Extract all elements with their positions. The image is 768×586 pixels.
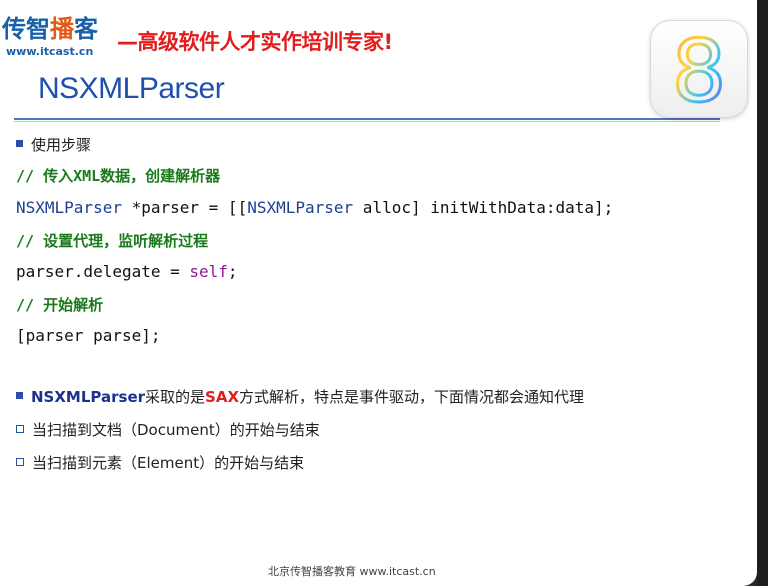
code-class-name: NSXMLParser	[16, 198, 122, 217]
logo-part3: 客	[74, 15, 98, 43]
sub-point-1-text: 当扫描到文档（Document）的开始与结束	[32, 421, 320, 439]
logo-part1: 传智	[2, 15, 50, 43]
point-1-text-end: 方式解析，特点是事件驱动，下面情况都会通知代理	[239, 388, 585, 406]
itcast-logo: 传智播客 www.itcast.cn	[2, 14, 98, 58]
logo-url: www.itcast.cn	[6, 45, 94, 58]
sub-point-2: 当扫描到元素（Element）的开始与结束	[16, 452, 304, 473]
sub-point-2-text: 当扫描到元素（Element）的开始与结束	[32, 454, 305, 472]
code-text: alloc] initWithData:data];	[353, 198, 614, 217]
footer: 北京传智播客教育 www.itcast.cn	[268, 565, 436, 578]
code-line-2: parser.delegate = self;	[16, 262, 238, 281]
code-comment-1: // 传入XML数据，创建解析器	[16, 167, 221, 185]
ios8-icon: 8	[650, 20, 748, 118]
code-class-name: NSXMLParser	[247, 198, 354, 217]
slide-title: NSXMLParser	[38, 72, 225, 105]
code-line-3: [parser parse];	[16, 326, 161, 345]
step-heading: 使用步骤	[16, 134, 91, 155]
ios8-numeral-graphic: 8	[670, 21, 728, 117]
code-comment-2: // 设置代理，监听解析过程	[16, 232, 209, 250]
point-1-class: NSXMLParser	[31, 388, 146, 406]
window-edge	[757, 0, 768, 586]
title-underline-shadow	[14, 121, 720, 122]
step-heading-text: 使用步骤	[31, 136, 92, 154]
hollow-square-bullet-icon	[16, 457, 24, 466]
ios8-numeral: 8	[672, 22, 727, 117]
point-1-sax: SAX	[205, 388, 240, 406]
title-underline	[14, 118, 720, 120]
slide: 传智播客 www.itcast.cn —高级软件人才实作培训专家! NSXMLP…	[0, 0, 757, 586]
code-keyword-self: self	[189, 262, 228, 281]
point-1-text: 采取的是	[145, 388, 206, 406]
logo-part2: 播	[50, 15, 74, 43]
square-bullet-icon	[16, 140, 23, 147]
code-line-1: NSXMLParser *parser = [[NSXMLParser allo…	[16, 198, 613, 217]
code-text: *parser = [[	[121, 198, 248, 217]
code-text: parser.delegate =	[16, 262, 190, 281]
slogan: —高级软件人才实作培训专家!	[117, 30, 393, 54]
hollow-square-bullet-icon	[16, 424, 24, 433]
code-text: ;	[227, 262, 238, 281]
point-1: NSXMLParser采取的是SAX方式解析，特点是事件驱动，下面情况都会通知代…	[16, 386, 584, 407]
logo-text: 传智播客	[2, 14, 98, 44]
code-comment-3: // 开始解析	[16, 296, 104, 314]
square-bullet-icon	[16, 392, 23, 399]
sub-point-1: 当扫描到文档（Document）的开始与结束	[16, 419, 320, 440]
